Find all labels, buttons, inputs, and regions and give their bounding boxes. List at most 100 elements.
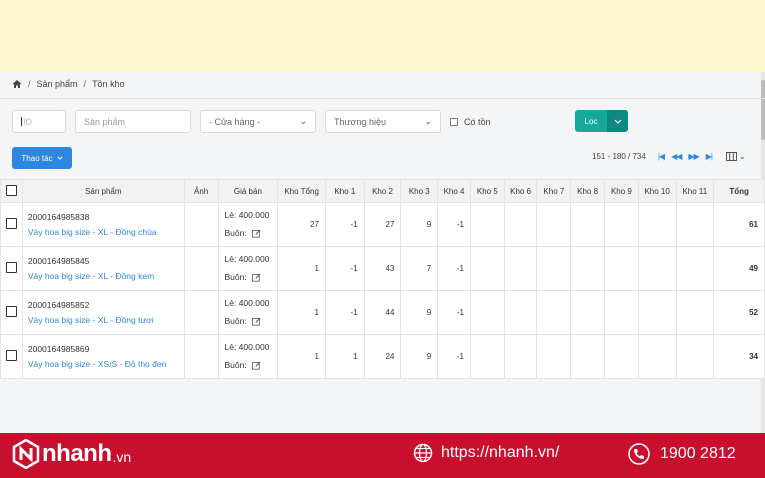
row-checkbox[interactable] — [0, 202, 23, 247]
row-checkbox[interactable] — [0, 246, 23, 291]
col-product[interactable]: Sản phẩm — [21, 179, 185, 203]
edit-icon[interactable] — [251, 361, 261, 370]
kho-tong-cell: 27 — [277, 202, 326, 247]
product-sku: 2000164985852 — [27, 300, 90, 310]
kho-4-cell: -1 — [437, 202, 471, 247]
col-kho-10[interactable]: Kho 10 — [637, 179, 677, 203]
prev-page-icon[interactable]: ◀◀ — [671, 152, 682, 161]
kho-1-cell: 1 — [324, 334, 365, 379]
kho-10-cell — [637, 290, 677, 335]
chevron-down-icon: ⌄ — [738, 152, 746, 161]
checkbox-box[interactable] — [5, 350, 17, 361]
kho-4-cell: -1 — [437, 334, 471, 379]
checkbox-box[interactable] — [5, 262, 17, 273]
hotline[interactable]: 1900 2812 — [628, 443, 736, 465]
kho-3-cell: 9 — [400, 290, 439, 335]
next-page-icon[interactable]: ▶▶ — [688, 152, 699, 161]
store-select[interactable]: - Cửa hàng - ⌄ — [200, 110, 316, 133]
logo-suffix: .vn — [112, 449, 132, 465]
checkbox-box[interactable] — [5, 184, 17, 196]
retail-price: Lẻ: 400.000 — [224, 210, 270, 220]
table-row[interactable]: 2000164985838 Váy hoa big size - XL - Đồn… — [0, 202, 765, 247]
col-kho-9[interactable]: Kho 9 — [604, 179, 639, 203]
table-row[interactable]: 2000164985869 Váy hoa big size - XS/S - Đ… — [0, 334, 765, 379]
columns-icon — [726, 152, 737, 161]
kho-10-cell — [637, 334, 677, 379]
chevron-down-icon: ⌄ — [299, 116, 307, 126]
in-stock-checkbox[interactable]: Có tồn — [450, 117, 491, 127]
product-sku: 2000164985838 — [27, 212, 90, 222]
checkbox-box[interactable] — [450, 118, 458, 126]
globe-icon — [413, 443, 433, 463]
in-stock-label: Có tồn — [464, 117, 491, 127]
kho-3-cell: 9 — [400, 202, 439, 247]
row-checkbox[interactable] — [0, 334, 23, 379]
col-kho-1[interactable]: Kho 1 — [324, 179, 365, 203]
total-cell: 49 — [713, 246, 765, 291]
product-name-link[interactable]: Váy hoa big size - XL - Đồng chùa — [28, 227, 184, 237]
checkbox-box[interactable] — [5, 218, 17, 229]
breadcrumb-products[interactable]: Sản phẩm — [37, 79, 78, 89]
retail-price: Lẻ: 400.000 — [224, 342, 270, 352]
inventory-table: Sản phẩm Ảnh Giá bán Kho Tổng Kho 1 Kho … — [0, 179, 765, 379]
actions-button[interactable]: Thao tác — [12, 147, 72, 169]
home-icon[interactable] — [12, 79, 22, 89]
product-name-link[interactable]: Váy hoa big size - XL - Đồng tươi — [28, 315, 184, 325]
last-page-icon[interactable]: ▶| — [706, 152, 713, 161]
brand-select[interactable]: Thương hiệu ⌄ — [325, 110, 441, 133]
kho-8-cell — [570, 334, 606, 379]
kho-7-cell — [536, 290, 572, 335]
breadcrumb-inventory: Tồn kho — [92, 79, 125, 89]
scrollbar-thumb[interactable] — [761, 80, 765, 140]
col-kho-3[interactable]: Kho 3 — [400, 179, 439, 203]
table-row[interactable]: 2000164985852 Váy hoa big size - XL - Đồn… — [0, 290, 765, 335]
checkbox-box[interactable] — [5, 306, 17, 317]
kho-7-cell — [536, 246, 572, 291]
col-kho-7[interactable]: Kho 7 — [536, 179, 572, 203]
first-page-icon[interactable]: |◀ — [658, 152, 665, 161]
website-text: https://nhanh.vn/ — [441, 444, 560, 461]
col-kho-6[interactable]: Kho 6 — [503, 179, 538, 203]
product-placeholder: Sản phẩm — [84, 116, 126, 127]
col-total[interactable]: Tổng — [713, 179, 765, 203]
chevron-down-icon — [614, 119, 621, 124]
actions-button-label: Thao tác — [21, 153, 53, 163]
kho-11-cell — [675, 246, 715, 291]
kho-1-cell: -1 — [324, 246, 365, 291]
row-checkbox[interactable] — [0, 290, 23, 335]
edit-icon[interactable] — [251, 273, 261, 282]
col-image: Ảnh — [183, 179, 219, 203]
edit-icon[interactable] — [251, 317, 261, 326]
price-cell: Lẻ: 400.000 Buôn: — [217, 246, 279, 291]
filter-button[interactable]: Lọc — [575, 110, 607, 132]
kho-1-cell: -1 — [324, 202, 365, 247]
wholesale-label: Buôn: — [224, 360, 247, 370]
col-kho-2[interactable]: Kho 2 — [363, 179, 402, 203]
chevron-down-icon: ⌄ — [424, 116, 432, 126]
chevron-down-icon — [56, 156, 63, 160]
product-name-link[interactable]: Váy hoa big size - XS/S - Đỏ thọ đen — [28, 359, 184, 369]
col-kho-tong[interactable]: Kho Tổng — [277, 179, 326, 203]
product-search-input[interactable]: Sản phẩm — [75, 110, 191, 133]
id-input[interactable]: ID — [12, 110, 66, 133]
column-toggle-button[interactable]: ⌄ — [726, 152, 746, 161]
col-kho-5[interactable]: Kho 5 — [469, 179, 505, 203]
table-row[interactable]: 2000164985845 Váy hoa big size - XL - Đồn… — [0, 246, 765, 291]
kho-9-cell — [604, 202, 639, 247]
select-all-checkbox[interactable] — [0, 179, 23, 203]
col-kho-11[interactable]: Kho 11 — [675, 179, 715, 203]
website-link[interactable]: https://nhanh.vn/ — [413, 443, 559, 463]
product-name-link[interactable]: Váy hoa big size - XL - Đồng kem — [28, 271, 184, 281]
breadcrumb-separator: / — [28, 79, 31, 89]
edit-icon[interactable] — [251, 229, 261, 238]
col-kho-4[interactable]: Kho 4 — [437, 179, 471, 203]
col-kho-8[interactable]: Kho 8 — [570, 179, 606, 203]
kho-3-cell: 7 — [400, 246, 439, 291]
kho-8-cell — [570, 246, 606, 291]
retail-price: Lẻ: 400.000 — [224, 254, 270, 264]
kho-6-cell — [503, 202, 538, 247]
kho-10-cell — [637, 202, 677, 247]
filter-dropdown-button[interactable] — [607, 110, 628, 132]
kho-4-cell: -1 — [437, 290, 471, 335]
kho-2-cell: 24 — [363, 334, 402, 379]
